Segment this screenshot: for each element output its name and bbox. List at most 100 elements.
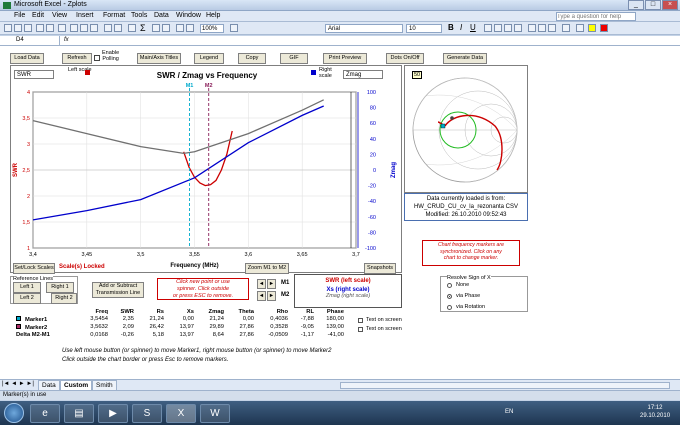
- percent-icon[interactable]: [538, 24, 546, 32]
- table-cell: 26,42: [149, 324, 164, 330]
- taskbar-explorer-icon[interactable]: ▤: [64, 404, 94, 423]
- font-size-select[interactable]: 10: [406, 24, 442, 33]
- fill-color-icon[interactable]: [588, 24, 596, 32]
- sort-desc-icon[interactable]: [162, 24, 170, 32]
- x-tick-label: 3,4: [29, 252, 37, 258]
- swr-zmag-chart[interactable]: SWR Left scale SWR / Zmag vs Frequency R…: [10, 65, 403, 274]
- minimize-button[interactable]: _: [628, 0, 644, 10]
- legend-button[interactable]: Legend: [194, 53, 224, 64]
- redo-icon[interactable]: [114, 24, 122, 32]
- menu-tools[interactable]: Tools: [131, 12, 147, 19]
- m1-right-spinner[interactable]: ►: [267, 279, 276, 289]
- preview-icon[interactable]: [46, 24, 54, 32]
- info-line-1: Data currently loaded is from:: [426, 196, 506, 202]
- m2-right-spinner[interactable]: ►: [267, 291, 276, 301]
- hyperlink-icon[interactable]: [128, 24, 136, 32]
- y2-axis-label: Zmag: [391, 162, 397, 178]
- marker1-text-checkbox[interactable]: [358, 318, 363, 323]
- y-tick-label: 2,5: [22, 168, 30, 174]
- gif-button[interactable]: GIF: [280, 53, 308, 64]
- refresh-button[interactable]: Refresh: [62, 53, 92, 64]
- language-indicator[interactable]: EN: [505, 409, 513, 415]
- bold-button[interactable]: B: [448, 23, 454, 32]
- taskbar-skype-icon[interactable]: S: [132, 404, 162, 423]
- table-row-marker2: Marker2 3,5632 2,09 26,42 13,97 29,89 27,86 0,…: [14, 323, 346, 331]
- italic-button[interactable]: I: [460, 23, 462, 32]
- right2-button[interactable]: Right 2: [51, 293, 77, 304]
- spelling-icon[interactable]: [58, 24, 66, 32]
- borders-icon[interactable]: [576, 24, 584, 32]
- zoom-m1-m2-button[interactable]: Zoom M1 to M2: [245, 263, 289, 274]
- merge-icon[interactable]: [514, 24, 522, 32]
- font-color-icon[interactable]: [600, 24, 608, 32]
- snapshots-button[interactable]: Snapshots: [364, 263, 396, 274]
- menu-edit[interactable]: Edit: [32, 12, 44, 19]
- close-button[interactable]: ×: [662, 0, 678, 10]
- menu-window[interactable]: Window: [176, 12, 201, 19]
- menu-file[interactable]: File: [14, 12, 25, 19]
- name-box[interactable]: D4: [2, 36, 60, 45]
- menu-help[interactable]: Help: [206, 12, 220, 19]
- start-button[interactable]: [4, 403, 24, 423]
- autosum-icon[interactable]: Σ: [140, 23, 146, 33]
- align-center-icon[interactable]: [494, 24, 502, 32]
- undo-icon[interactable]: [104, 24, 112, 32]
- paste-icon[interactable]: [90, 24, 98, 32]
- sort-asc-icon[interactable]: [152, 24, 160, 32]
- left2-button[interactable]: Left 2: [13, 293, 41, 304]
- help-question-input[interactable]: [556, 12, 636, 21]
- resolve-phase-radio[interactable]: [447, 294, 452, 299]
- left1-button[interactable]: Left 1: [13, 282, 41, 293]
- menu-insert[interactable]: Insert: [76, 12, 94, 19]
- underline-button[interactable]: U: [470, 23, 476, 32]
- menu-data[interactable]: Data: [154, 12, 169, 19]
- menu-format[interactable]: Format: [103, 12, 125, 19]
- horizontal-scrollbar[interactable]: [340, 382, 670, 389]
- copy-button[interactable]: Copy: [238, 53, 266, 64]
- comma-icon[interactable]: [548, 24, 556, 32]
- enable-polling-checkbox[interactable]: [94, 55, 100, 61]
- marker2-text-checkbox[interactable]: [358, 327, 363, 332]
- chart-wizard-icon[interactable]: [176, 24, 184, 32]
- open-icon[interactable]: [14, 24, 22, 32]
- scales-locked-label: Scale(s) Locked: [59, 264, 105, 270]
- load-data-button[interactable]: Load Data: [10, 53, 44, 64]
- copy-icon[interactable]: [80, 24, 88, 32]
- sheet-tabs-bar: |◄ ◄ ► ►| Data Custom Smith: [0, 379, 680, 392]
- cut-icon[interactable]: [70, 24, 78, 32]
- m2-left-spinner[interactable]: ◄: [257, 291, 266, 301]
- font-select[interactable]: Arial: [325, 24, 403, 33]
- smith-chart[interactable]: 50: [404, 65, 528, 193]
- resolve-rotation-radio[interactable]: [447, 305, 452, 310]
- click-instructions: Click new point or use spinner. Click ou…: [157, 278, 249, 300]
- generate-data-button[interactable]: Generate Data: [443, 53, 487, 64]
- title-bar: Microsoft Excel - Zplots _ □ ×: [0, 0, 680, 11]
- taskbar-excel-icon[interactable]: X: [166, 404, 196, 423]
- tab-nav-icons[interactable]: |◄ ◄ ► ►|: [2, 381, 34, 387]
- taskbar-ie-icon[interactable]: e: [30, 404, 60, 423]
- dots-onoff-button[interactable]: Dots On/Off: [386, 53, 424, 64]
- m1-left-spinner[interactable]: ◄: [257, 279, 266, 289]
- set-lock-scales-button[interactable]: Set/Lock Scales: [13, 263, 55, 274]
- main-axis-titles-button[interactable]: Main/Axis Titles: [137, 53, 181, 64]
- menu-view[interactable]: View: [52, 12, 67, 19]
- taskbar-media-icon[interactable]: ▶: [98, 404, 128, 423]
- maximize-button[interactable]: □: [645, 0, 661, 10]
- indent-icon[interactable]: [562, 24, 570, 32]
- currency-icon[interactable]: [528, 24, 536, 32]
- align-right-icon[interactable]: [504, 24, 512, 32]
- print-icon[interactable]: [36, 24, 44, 32]
- print-preview-button[interactable]: Print Preview: [323, 53, 367, 64]
- resolve-none-radio[interactable]: [447, 283, 452, 288]
- zoom-select[interactable]: 100%: [200, 24, 224, 33]
- new-icon[interactable]: [4, 24, 12, 32]
- chart-plot[interactable]: 3,4 3,45 3,5 3,55 3,6 3,65 3,7 4 3,5 3 2,5 2 1,5 1 100…: [11, 66, 403, 274]
- align-left-icon[interactable]: [484, 24, 492, 32]
- drawing-icon[interactable]: [186, 24, 194, 32]
- help-icon[interactable]: [230, 24, 238, 32]
- save-icon[interactable]: [24, 24, 32, 32]
- taskbar-word-icon[interactable]: W: [200, 404, 230, 423]
- add-subtract-tline-button[interactable]: Add or Subtract Transmission Line: [92, 282, 144, 298]
- system-clock[interactable]: 17:12 29.10.2010: [640, 404, 670, 420]
- right1-button[interactable]: Right 1: [46, 282, 74, 293]
